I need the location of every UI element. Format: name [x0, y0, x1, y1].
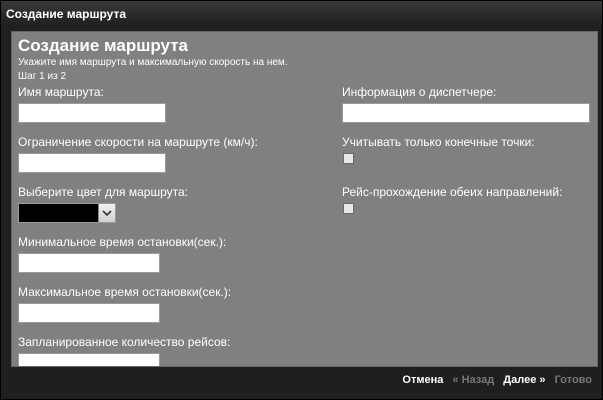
- min-stop-input[interactable]: [18, 253, 160, 273]
- both-directions-label: Рейс-прохождение обеих направлений:: [342, 185, 563, 199]
- dispatcher-info-label: Информация о диспетчере:: [342, 85, 497, 99]
- dialog-footer: Отмена « Назад Далее » Готово: [396, 374, 592, 386]
- step-indicator: Шаг 1 из 2: [18, 71, 67, 82]
- dialog-titlebar[interactable]: Создание маршрута: [1, 1, 602, 27]
- min-stop-label: Минимальное время остановки(сек.):: [18, 235, 227, 249]
- endpoints-only-label: Учитывать только конечные точки:: [342, 135, 535, 149]
- max-stop-input[interactable]: [18, 303, 160, 323]
- route-name-label: Имя маршрута:: [18, 85, 104, 99]
- planned-trips-input[interactable]: [18, 353, 160, 366]
- planned-trips-label: Запланированное количество рейсов:: [18, 335, 231, 349]
- speed-limit-input[interactable]: [18, 153, 166, 173]
- color-swatch: [19, 204, 99, 222]
- finish-button[interactable]: Готово: [555, 374, 592, 386]
- back-button[interactable]: « Назад: [452, 374, 494, 386]
- form-subtitle: Укажите имя маршрута и максимальную скор…: [18, 57, 288, 68]
- route-color-label: Выберите цвет для маршрута:: [18, 185, 188, 199]
- dispatcher-info-input[interactable]: [342, 103, 590, 123]
- chevron-down-icon[interactable]: [98, 204, 115, 222]
- next-button[interactable]: Далее »: [503, 374, 545, 386]
- route-color-picker[interactable]: [18, 203, 116, 223]
- dialog-content: Создание маршрута Укажите имя маршрута и…: [11, 31, 598, 367]
- both-directions-checkbox[interactable]: [343, 203, 354, 214]
- cancel-button[interactable]: Отмена: [402, 374, 443, 386]
- endpoints-only-checkbox[interactable]: [343, 153, 354, 164]
- create-route-dialog: Создание маршрута Создание маршрута Укаж…: [0, 0, 603, 400]
- route-name-input[interactable]: [18, 103, 166, 123]
- max-stop-label: Максимальное время остановки(сек.):: [18, 285, 232, 299]
- form-heading: Создание маршрута: [18, 36, 188, 55]
- speed-limit-label: Ограничение скорости на маршруте (км/ч):: [18, 135, 258, 149]
- dialog-title: Создание маршрута: [6, 7, 126, 21]
